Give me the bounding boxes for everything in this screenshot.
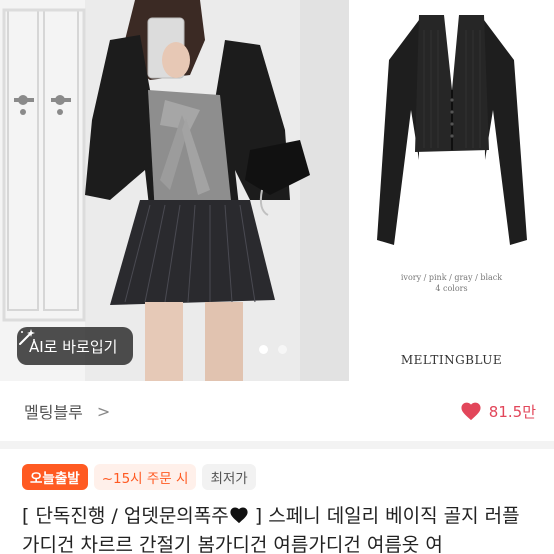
like-count: 81.5만	[488, 402, 536, 421]
color-count-text: 4 colors	[435, 284, 468, 293]
today-shipping-badge: 오늘출발	[22, 464, 88, 490]
delivery-badges: 오늘출발 ~15시 주문 시 최저가	[22, 464, 256, 490]
black-heart-icon	[230, 507, 248, 524]
product-image-carousel[interactable]: AI로 바로입기 ivory / pink / gray / black 4 c…	[0, 0, 554, 381]
ai-try-on-button[interactable]: AI로 바로입기	[17, 327, 134, 365]
carousel-dot[interactable]	[278, 345, 287, 354]
cardigan-flatlay-illustration	[349, 0, 554, 381]
store-link[interactable]: 멜팅블루 >	[24, 399, 110, 423]
carousel-dot-active[interactable]	[259, 345, 268, 354]
store-name: 멜팅블루	[24, 403, 83, 422]
product-photo-model[interactable]: AI로 바로입기	[0, 0, 349, 381]
model-photo-illustration	[0, 0, 349, 381]
brand-watermark: MELTINGBLUE	[400, 353, 503, 367]
lowest-price-badge: 최저가	[202, 464, 256, 490]
product-photo-flatlay[interactable]	[349, 0, 554, 381]
product-title: [ 단독진행 / 업뎃문의폭주 ] 스페니 데일리 베이직 골지 러플 가디건 …	[22, 502, 542, 554]
color-options-caption: ivory / pink / gray / black 4 colors	[349, 272, 554, 294]
store-row: 멜팅블루 > 81.5만	[0, 381, 554, 441]
ai-try-on-label: AI로 바로입기	[29, 337, 118, 356]
chevron-right-icon: >	[96, 401, 111, 421]
magic-wand-icon	[19, 329, 35, 345]
carousel-pagination	[259, 345, 287, 354]
product-title-part1: [ 단독진행 / 업뎃문의폭주	[22, 505, 229, 527]
section-divider	[0, 441, 554, 449]
order-cutoff-badge: ~15시 주문 시	[93, 464, 197, 490]
like-button[interactable]: 81.5만	[460, 401, 536, 422]
heart-icon	[461, 402, 481, 421]
color-list-text: ivory / pink / gray / black	[400, 273, 503, 282]
